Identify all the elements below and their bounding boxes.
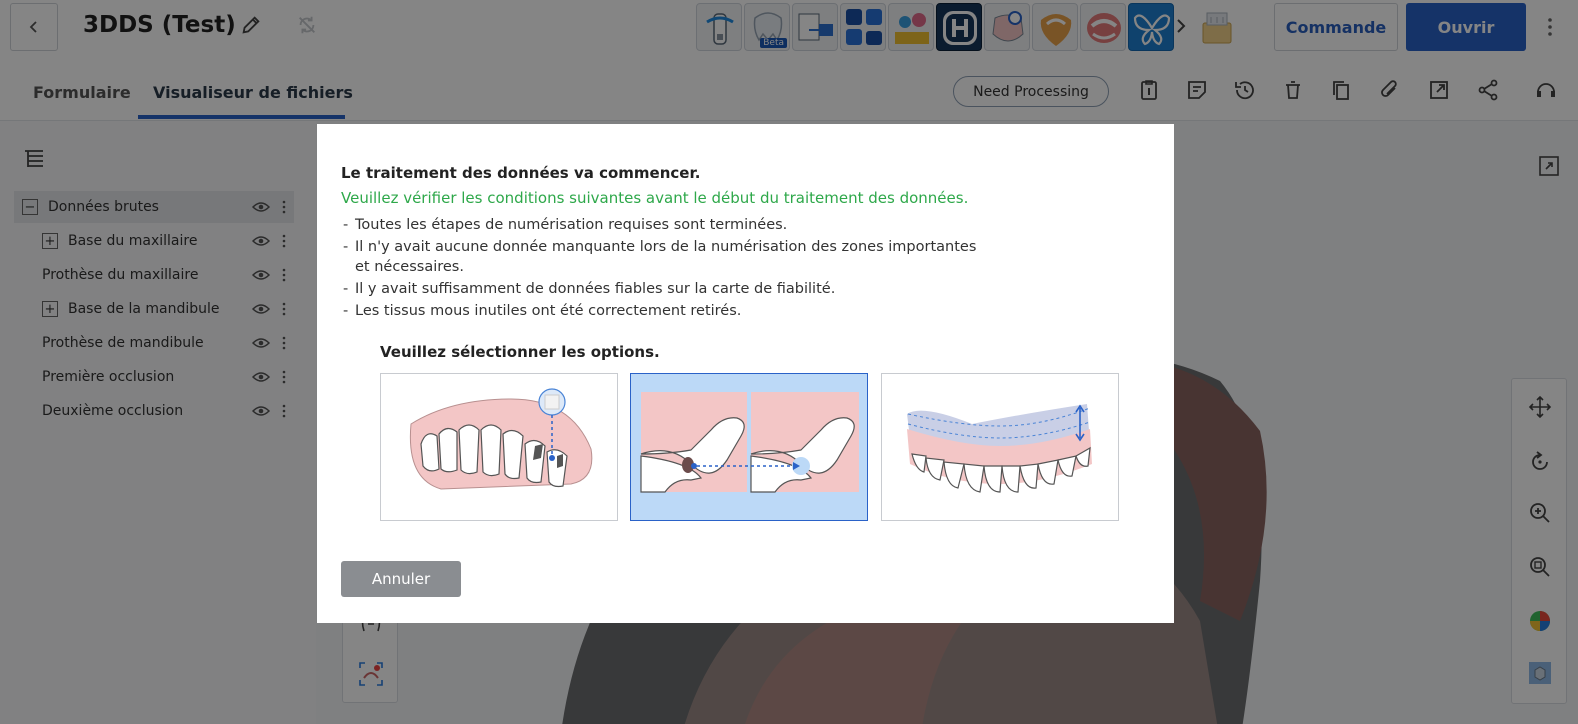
align-teeth-illustration bbox=[640, 392, 859, 493]
dialog-title: Le traitement des données va commencer. bbox=[341, 164, 701, 182]
option-align-teeth[interactable] bbox=[630, 373, 868, 521]
fill-holes-illustration bbox=[409, 388, 593, 490]
dialog-subtitle: Veuillez vérifier les conditions suivant… bbox=[341, 189, 969, 207]
adjust-thickness-illustration bbox=[907, 404, 1092, 493]
condition-item: Il y avait suffisamment de données fiabl… bbox=[341, 279, 981, 299]
cancel-button[interactable]: Annuler bbox=[341, 561, 461, 597]
option-adjust-thickness[interactable] bbox=[881, 373, 1119, 521]
option-fill-holes[interactable] bbox=[380, 373, 618, 521]
condition-item: Toutes les étapes de numérisation requis… bbox=[341, 215, 981, 235]
condition-item: Il n'y avait aucune donnée manquante lor… bbox=[341, 237, 981, 277]
condition-item: Les tissus mous inutiles ont été correct… bbox=[341, 301, 981, 321]
conditions-list: Toutes les étapes de numérisation requis… bbox=[341, 215, 981, 323]
processing-dialog: Le traitement des données va commencer. … bbox=[317, 124, 1174, 623]
options-title: Veuillez sélectionner les options. bbox=[380, 343, 660, 361]
